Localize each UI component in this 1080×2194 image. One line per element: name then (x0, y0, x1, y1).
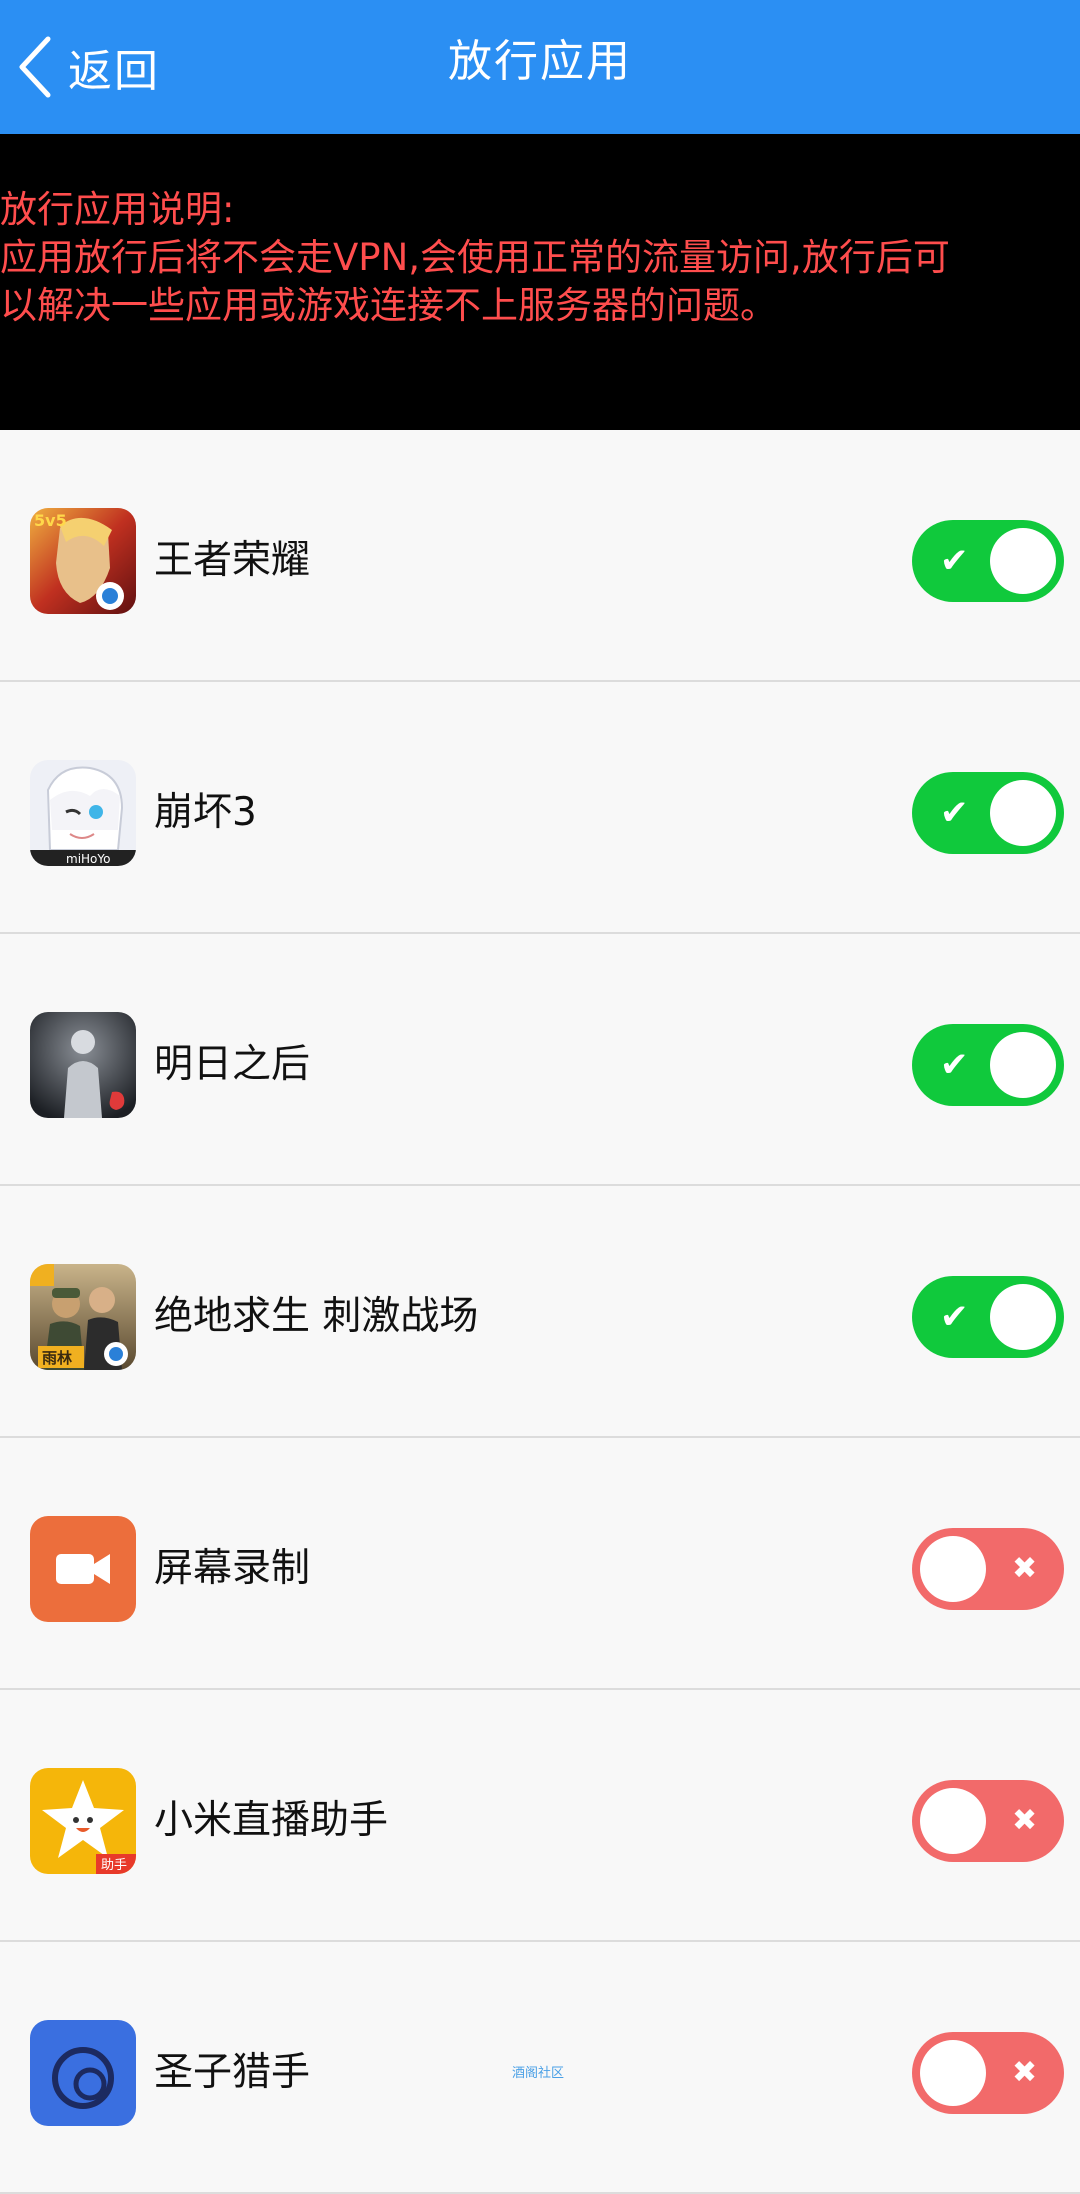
icon-badge-text: miHoYo (66, 852, 110, 866)
notice-line: 应用放行后将不会走VPN,会使用正常的流量访问,放行后可 (0, 236, 950, 279)
bypass-toggle[interactable]: ✖ (912, 1528, 1064, 1610)
xiaomi-live-icon: 助手 (30, 1768, 136, 1874)
check-icon: ✔ (940, 1297, 969, 1337)
check-icon: ✔ (940, 793, 969, 833)
bypass-notice: 放行应用说明: 应用放行后将不会走VPN,会使用正常的流量访问,放行后可 以解决… (0, 134, 1080, 430)
list-item: 助手 小米直播助手 ✖ (0, 1690, 1080, 1942)
icon-badge-text: 助手 (101, 1858, 127, 1873)
toggle-knob (920, 1788, 986, 1854)
app-icon (30, 2020, 136, 2126)
app-name: 小米直播助手 (154, 1798, 389, 1843)
notice-line: 以解决一些应用或游戏连接不上服务器的问题。 (0, 284, 777, 327)
app-name: 屏幕录制 (154, 1546, 311, 1591)
bypass-toggle[interactable]: ✔ (912, 520, 1064, 602)
close-icon: ✖ (1012, 2055, 1038, 2090)
notice-heading: 放行应用说明: (0, 188, 235, 231)
toggle-knob (920, 2040, 986, 2106)
honkai-impact-icon: miHoYo (30, 760, 136, 866)
list-item: miHoYo 崩坏3 ✔ (0, 682, 1080, 934)
toggle-knob (990, 1032, 1056, 1098)
bypass-toggle[interactable]: ✔ (912, 1024, 1064, 1106)
app-list: 5v5 王者荣耀 ✔ miHoYo 崩坏3 ✔ 明日之后 ✔ 雨林 绝地求生 刺… (0, 430, 1080, 2194)
close-icon: ✖ (1012, 1803, 1038, 1838)
close-icon: ✖ (1012, 1551, 1038, 1586)
lifeafter-icon (30, 1012, 136, 1118)
app-name: 绝地求生 刺激战场 (154, 1294, 479, 1339)
app-name: 圣子猎手 (154, 2050, 311, 2095)
header-bar: 返回 放行应用 (0, 0, 1080, 134)
bypass-toggle[interactable]: ✔ (912, 1276, 1064, 1358)
icon-badge-text: 5v5 (34, 511, 67, 530)
list-item: 屏幕录制 ✖ (0, 1438, 1080, 1690)
toggle-knob (990, 528, 1056, 594)
app-name: 明日之后 (154, 1042, 311, 1087)
page-title: 放行应用 (448, 36, 632, 87)
screen-recorder-icon (30, 1516, 136, 1622)
toggle-knob (990, 1284, 1056, 1350)
toggle-knob (920, 1536, 986, 1602)
list-item: 雨林 绝地求生 刺激战场 ✔ (0, 1186, 1080, 1438)
check-icon: ✔ (940, 1045, 969, 1085)
bypass-toggle[interactable]: ✖ (912, 1780, 1064, 1862)
watermark: 酒阁社区 (512, 2066, 565, 2081)
list-item: 5v5 王者荣耀 ✔ (0, 430, 1080, 682)
app-name: 崩坏3 (154, 790, 257, 835)
toggle-knob (990, 780, 1056, 846)
list-item: 明日之后 ✔ (0, 934, 1080, 1186)
honor-of-kings-icon: 5v5 (30, 508, 136, 614)
pubg-mobile-icon: 雨林 (30, 1264, 136, 1370)
bypass-toggle[interactable]: ✖ (912, 2032, 1064, 2114)
bypass-toggle[interactable]: ✔ (912, 772, 1064, 854)
check-icon: ✔ (940, 541, 969, 581)
app-name: 王者荣耀 (154, 538, 311, 583)
icon-badge-text: 雨林 (42, 1349, 73, 1367)
